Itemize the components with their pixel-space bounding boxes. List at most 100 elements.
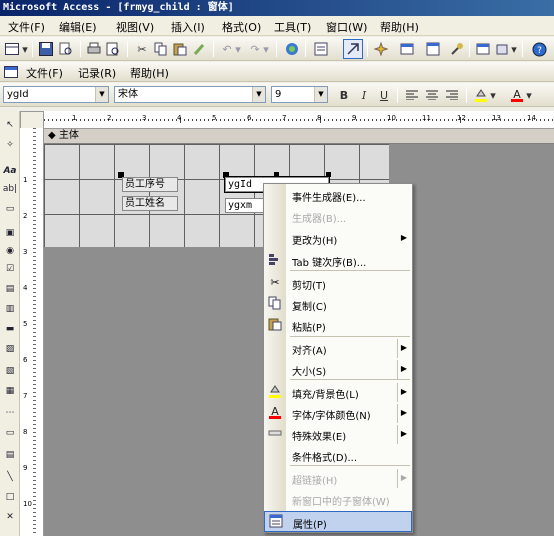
- control-wizard-icon[interactable]: ✧: [2, 137, 18, 153]
- context-menu-item[interactable]: Tab 键次序(B)...: [264, 250, 412, 271]
- subform-icon[interactable]: ▤: [2, 447, 18, 463]
- font-color-dropdown-icon[interactable]: ▾: [525, 86, 533, 104]
- context-menu-item[interactable]: 粘贴(P): [264, 315, 412, 336]
- combobox-icon[interactable]: ▤: [2, 281, 18, 297]
- option-button-icon[interactable]: ◉: [2, 243, 18, 259]
- resize-handle[interactable]: [326, 172, 331, 177]
- resize-handle[interactable]: [274, 172, 279, 177]
- image-tool-icon[interactable]: ▨: [2, 341, 18, 357]
- toggle-button-icon[interactable]: ▣: [2, 225, 18, 241]
- menu-help[interactable]: 帮助(H): [380, 19, 419, 35]
- field-list-icon[interactable]: [312, 40, 330, 58]
- copy-icon[interactable]: [152, 40, 170, 58]
- font-combo[interactable]: 宋体 ▼: [114, 86, 266, 103]
- tab-control-icon[interactable]: ▭: [2, 425, 18, 441]
- rectangle-tool-icon[interactable]: □: [2, 489, 18, 505]
- more-controls-icon[interactable]: ✕: [2, 509, 18, 525]
- ruler-tick-label: 10: [23, 500, 32, 508]
- page-break-icon[interactable]: ⋯: [2, 405, 18, 421]
- fill-color-icon[interactable]: [472, 86, 490, 104]
- print-icon[interactable]: [85, 40, 103, 58]
- context-menu-item[interactable]: 事件生成器(E)...: [264, 185, 412, 206]
- listbox-icon[interactable]: ▥: [2, 301, 18, 317]
- build-icon[interactable]: [448, 40, 466, 58]
- menu-file[interactable]: 文件(F): [8, 19, 45, 35]
- paste-icon[interactable]: [171, 40, 189, 58]
- context-menu-item[interactable]: A 字体/字体颜色(N) ▶: [264, 403, 412, 424]
- context-menu-item-label: 粘贴(P): [292, 323, 326, 334]
- view-dropdown-icon[interactable]: ▾: [21, 40, 29, 58]
- print-preview-icon[interactable]: [104, 40, 122, 58]
- bold-icon[interactable]: B: [335, 86, 353, 104]
- form-menu-records[interactable]: 记录(R): [78, 65, 116, 81]
- new-object-dropdown-icon[interactable]: ▾: [510, 40, 518, 58]
- scissors-icon: ✂: [270, 276, 280, 289]
- context-menu-item[interactable]: 对齐(A) ▶: [264, 338, 412, 359]
- line-tool-icon[interactable]: ╲: [2, 469, 18, 485]
- select-pointer-icon[interactable]: ↖: [2, 117, 18, 133]
- formatting-toolbar: ygId ▼ 宋体 ▼ 9 ▼ B I U ▾ A ▾: [0, 83, 554, 107]
- context-menu-item[interactable]: ✂ 剪切(T): [264, 273, 412, 294]
- menu-insert[interactable]: 插入(I): [171, 19, 205, 35]
- font-size-combo[interactable]: 9 ▼: [271, 86, 328, 103]
- font-color-icon[interactable]: A: [508, 86, 526, 104]
- context-menu-item[interactable]: 填充/背景色(L) ▶: [264, 382, 412, 403]
- detail-section-bar[interactable]: ◆ 主体: [44, 129, 554, 144]
- hyperlink-icon[interactable]: [283, 40, 301, 58]
- context-menu-item[interactable]: 更改为(H) ▶: [264, 228, 412, 249]
- menu-format[interactable]: 格式(O): [222, 19, 261, 35]
- menu-separator: [290, 270, 410, 271]
- context-menu-item-label: Tab 键次序(B)...: [292, 258, 367, 269]
- chevron-down-icon[interactable]: ▼: [314, 87, 327, 102]
- checkbox-icon[interactable]: ☑: [2, 261, 18, 277]
- help-icon[interactable]: ?: [530, 40, 548, 58]
- ruler-tick-label: 8: [23, 428, 28, 436]
- form-menu-file[interactable]: 文件(F): [26, 65, 63, 81]
- label-tool-icon[interactable]: Aa: [2, 163, 18, 179]
- ruler-tick-label: 1: [72, 114, 77, 122]
- search-icon[interactable]: [57, 40, 75, 58]
- view-icon[interactable]: [3, 40, 21, 58]
- textbox-tool-icon[interactable]: ab|: [2, 181, 18, 197]
- section-arrow-icon: ◆: [48, 130, 56, 141]
- object-combo[interactable]: ygId ▼: [3, 86, 109, 103]
- menu-window[interactable]: 窗口(W): [326, 19, 367, 35]
- context-menu-item[interactable]: 属性(P): [264, 511, 412, 532]
- context-menu-item[interactable]: 大小(S) ▶: [264, 359, 412, 380]
- italic-icon[interactable]: I: [355, 86, 373, 104]
- cut-icon[interactable]: ✂: [133, 40, 151, 58]
- form-menu-help[interactable]: 帮助(H): [130, 65, 169, 81]
- format-painter-icon[interactable]: [190, 40, 208, 58]
- bound-object-icon[interactable]: ▦: [2, 383, 18, 399]
- menu-view[interactable]: 视图(V): [116, 19, 154, 35]
- context-menu-item: 超链接(H) ▶: [264, 468, 412, 489]
- toolbox-toggle-icon[interactable]: [343, 39, 363, 59]
- unbound-object-icon[interactable]: ▧: [2, 363, 18, 379]
- command-button-icon[interactable]: ▬: [2, 321, 18, 337]
- option-group-icon[interactable]: ▭: [2, 201, 18, 217]
- ruler-tick-label: 9: [23, 464, 28, 472]
- code-icon[interactable]: [398, 40, 416, 58]
- field-ygxm[interactable]: ygxm: [225, 198, 265, 213]
- menu-tools[interactable]: 工具(T): [274, 19, 311, 35]
- align-left-icon[interactable]: [403, 86, 421, 104]
- chevron-down-icon[interactable]: ▼: [95, 87, 108, 102]
- menu-edit[interactable]: 编辑(E): [59, 19, 97, 35]
- context-menu-item[interactable]: 特殊效果(E) ▶: [264, 424, 412, 445]
- database-window-icon[interactable]: [474, 40, 492, 58]
- context-menu-item[interactable]: 复制(C): [264, 294, 412, 315]
- chevron-down-icon[interactable]: ▼: [252, 87, 265, 102]
- properties-toolbar-icon[interactable]: [424, 40, 442, 58]
- align-center-icon[interactable]: [423, 86, 441, 104]
- label-employee-id[interactable]: 员工序号: [122, 177, 178, 192]
- underline-icon[interactable]: U: [375, 86, 393, 104]
- autoformat-icon[interactable]: [372, 40, 390, 58]
- label-employee-name[interactable]: 员工姓名: [122, 196, 178, 211]
- redo-dropdown-icon[interactable]: ▾: [262, 40, 270, 58]
- fill-color-dropdown-icon[interactable]: ▾: [489, 86, 497, 104]
- ruler-tick-label: 2: [107, 114, 112, 122]
- undo-dropdown-icon[interactable]: ▾: [234, 40, 242, 58]
- save-icon[interactable]: [37, 40, 55, 58]
- context-menu-item[interactable]: 条件格式(D)...: [264, 445, 412, 466]
- align-right-icon[interactable]: [443, 86, 461, 104]
